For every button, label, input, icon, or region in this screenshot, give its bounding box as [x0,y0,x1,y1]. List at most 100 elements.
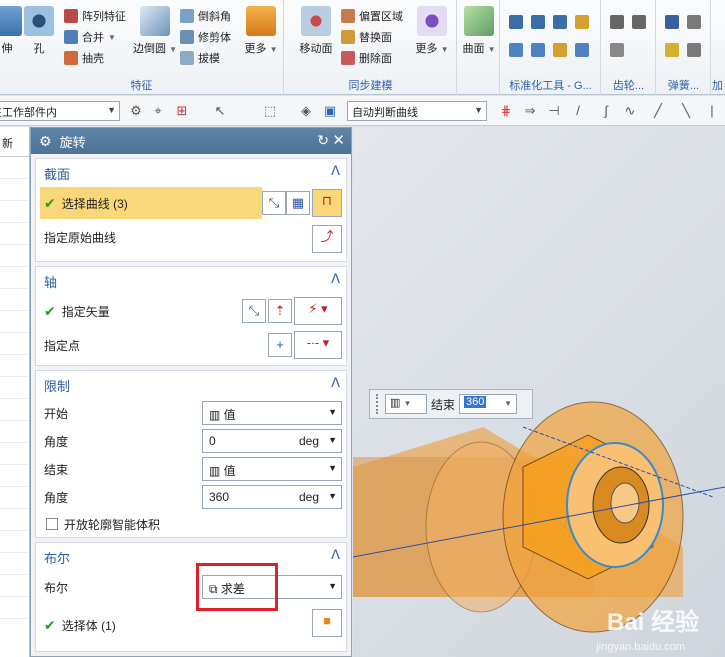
select-curve-row[interactable]: ✔ 选择曲线 (3) [40,187,262,219]
end-type-select[interactable]: ▥ 值 ▼ [202,457,342,481]
pattern-feature-button[interactable]: 阵列特征 [64,6,126,26]
list-item[interactable] [0,399,29,421]
origin-curve-button[interactable]: ⤴ [312,225,342,253]
spring-group-label[interactable]: 弹簧... [657,77,710,93]
list-item[interactable] [0,223,29,245]
drag-handle[interactable] [376,394,381,414]
chevron-down-icon[interactable]: ▼ [488,45,496,54]
sketch-section-button[interactable]: ▦ [286,191,310,215]
list-item[interactable] [0,553,29,575]
open-profile-row[interactable]: 开放轮廓智能体积 [40,511,342,537]
spring-tool-icon-4[interactable] [687,43,701,57]
list-item[interactable] [0,487,29,509]
point-type-dropdown[interactable]: -∙- ▾ [294,331,342,359]
snap-icon[interactable]: ⌖ [150,103,166,119]
chevron-down-icon[interactable]: ▼ [270,45,278,54]
tool-icon-8[interactable] [575,43,589,57]
replace-face-button[interactable]: 替换面 [341,27,392,47]
chevron-down-icon[interactable]: ▼ [441,45,449,54]
curve-rule-button[interactable]: ⤡ [262,191,286,215]
start-type-select[interactable]: ▥ 值 ▼ [202,401,342,425]
body-select-icon[interactable]: ◈ [298,103,314,119]
reset-icon[interactable]: ↻ [317,132,329,149]
list-item[interactable] [0,267,29,289]
list-item[interactable] [0,377,29,399]
tool-icon-6[interactable] [531,43,545,57]
graphics-viewport[interactable]: ▥ ▼ 结束 360 ▼ Bai 经验 jingyan.baidu.com [353,127,725,657]
add-group-label[interactable]: 加 [712,77,725,93]
list-item[interactable] [0,597,29,619]
filter-icon[interactable]: ⚙ [128,103,144,119]
curve-rule-select[interactable]: 自动判断曲线 ▼ [347,101,487,121]
list-item[interactable] [0,179,29,201]
chevron-down-icon[interactable]: ▼ [169,45,177,54]
spring-tool-icon-1[interactable] [665,15,679,29]
delete-face-button[interactable]: 删除面 [341,48,392,68]
open-profile-checkbox[interactable] [46,518,58,530]
trim-body-button[interactable]: 修剪体 [180,27,231,47]
select-point-icon[interactable]: ⊞ [174,103,190,119]
select-body-button[interactable]: ■ [312,609,342,637]
gear-group-label[interactable]: 齿轮... [602,77,655,93]
chevron-up-icon[interactable]: ᐱ [331,375,340,391]
feature-more-button[interactable]: 更多 ▼ [236,6,286,56]
list-item[interactable] [0,289,29,311]
vector-dialog-button[interactable]: ⇡ [268,299,292,323]
shell-button[interactable]: 抽壳 [64,48,104,68]
edge-blend-button[interactable]: 边倒圆 ▼ [130,6,180,56]
vector-type-dropdown[interactable]: ⚡ ▾ [294,297,342,325]
section-header[interactable]: 截面 ᐱ [36,159,346,185]
list-item[interactable] [0,509,29,531]
end-angle-input[interactable]: 360 deg ▼ [202,485,342,509]
list-item[interactable] [0,421,29,443]
chevron-up-icon[interactable]: ᐱ [331,163,340,179]
tool-icon-7[interactable] [553,43,567,57]
spring-tool-icon-3[interactable] [665,43,679,57]
list-item[interactable] [0,443,29,465]
curve-icon[interactable]: ∫ [598,103,614,119]
intersection-icon[interactable]: ⋕ [498,103,514,119]
select-body-row[interactable]: ✔ 选择体 (1) [40,609,342,641]
hole-button[interactable]: 孔 [14,6,64,56]
tool-icon-1[interactable] [509,15,523,29]
arrow-icon[interactable]: ↖ [212,103,228,119]
axis-header[interactable]: 轴 ᐱ [36,267,346,293]
face-select-icon[interactable]: ▣ [322,103,338,119]
follow-icon[interactable]: ⇒ [522,103,538,119]
list-item[interactable] [0,245,29,267]
list-item[interactable] [0,575,29,597]
tool-icon-3[interactable] [553,15,567,29]
gear-tool-icon-3[interactable] [610,43,624,57]
line-icon-2[interactable]: | [704,103,720,119]
start-angle-input[interactable]: 0 deg ▼ [202,429,342,453]
spring-tool-icon-2[interactable] [687,15,701,29]
tool-icon-4[interactable] [575,15,589,29]
tool-icon-2[interactable] [531,15,545,29]
tool-icon-5[interactable] [509,43,523,57]
reverse-direction-button[interactable]: ⤡ [242,299,266,323]
scope-select[interactable]: 在工作部件内 ▼ [0,101,120,121]
boolean-header[interactable]: 布尔 ᐱ [36,543,346,569]
point-dialog-button[interactable]: + [268,333,292,357]
chevron-up-icon[interactable]: ᐱ [331,547,340,563]
list-item[interactable] [0,465,29,487]
list-item[interactable] [0,201,29,223]
chevron-up-icon[interactable]: ᐱ [331,271,340,287]
gear-tool-icon-2[interactable] [632,15,646,29]
sync-more-button[interactable]: 更多 ▼ [407,6,457,56]
float-end-input[interactable]: 360 ▼ [459,394,518,414]
standard-tools-label[interactable]: 标准化工具 - G... [501,77,600,93]
dialog-title-bar[interactable]: ⚙ 旋转 ↻ ✕ [31,128,351,154]
surface-button[interactable]: 曲面 ▼ [454,6,504,56]
stop-icon[interactable]: ⊣ [546,103,562,119]
list-item[interactable] [0,311,29,333]
offset-region-button[interactable]: 偏置区域 [341,6,403,26]
list-item[interactable] [0,355,29,377]
chevron-down-icon[interactable]: ▼ [108,33,116,42]
specify-origin-curve-row[interactable]: 指定原始曲线 [40,221,342,253]
rect-select-icon[interactable]: ⬚ [262,103,278,119]
select-curve-icon-button[interactable]: ⊓ [312,189,342,217]
draft-button[interactable]: 拔模 [180,48,220,68]
list-item[interactable] [0,531,29,553]
gear-icon[interactable]: ⚙ [39,133,52,150]
